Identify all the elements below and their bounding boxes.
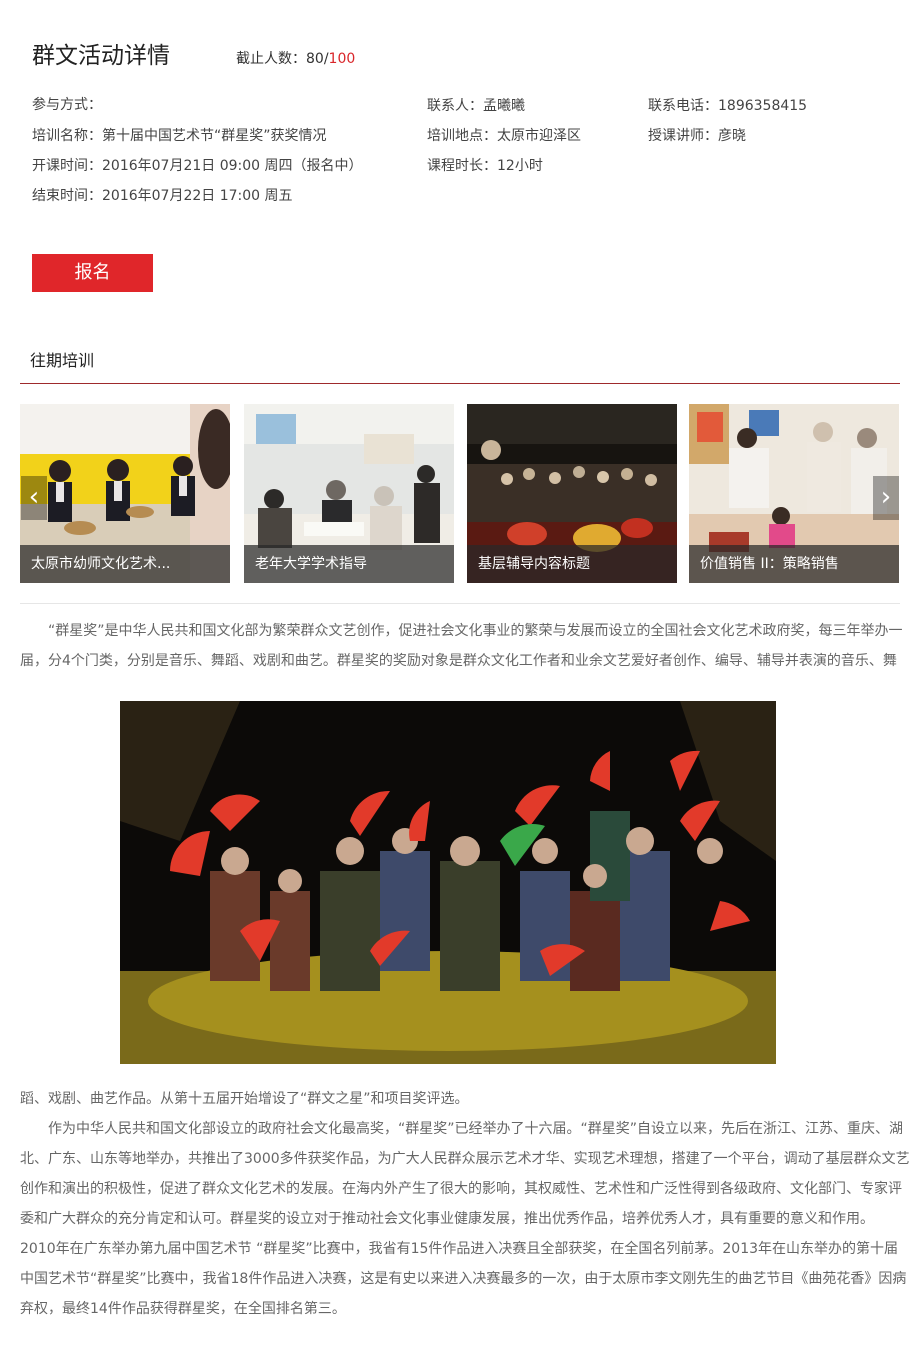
chevron-right-icon[interactable]: › (873, 476, 899, 520)
training-name: 培训名称：第十届中国艺术节“群星奖”获奖情况 (32, 128, 327, 144)
lecturer: 授课讲师：彦晓 (648, 128, 746, 144)
course-duration: 课程时长：12小时 (427, 158, 543, 174)
article-line: 蹈、戏剧、曲艺作品。从第十五届开始增设了“群文之星”和项目奖评选。 (20, 1091, 469, 1107)
signup-button[interactable]: 报名 (32, 254, 153, 292)
enrollment-quota: 截止人数：80/100 (236, 48, 355, 68)
article-body: 蹈、戏剧、曲艺作品。从第十五届开始增设了“群文之星”和项目奖评选。 作为中华人民… (20, 1084, 910, 1324)
section-divider (20, 383, 900, 384)
section-title-past-trainings: 往期培训 (30, 351, 95, 370)
chevron-left-icon[interactable]: ‹ (21, 476, 47, 520)
start-time: 开课时间：2016年07月21日 09:00 周四（报名中） (32, 158, 363, 174)
article-line: 届，分4个门类，分别是音乐、舞蹈、戏剧和曲艺。群星奖的奖励对象是群众文化工作者和… (20, 653, 897, 669)
past-training-caption: 基层辅导内容标题 (467, 545, 677, 583)
past-training-caption: 价值销售 II：策略销售 (689, 545, 899, 583)
article-line: “群星奖”是中华人民共和国文化部为繁荣群众文艺创作，促进社会文化事业的繁荣与发展… (48, 623, 903, 639)
past-training-card[interactable]: 太原市幼师文化艺术... (20, 404, 230, 583)
end-time: 结束时间：2016年07月22日 17:00 周五 (32, 188, 293, 204)
participation-method: 参与方式： (32, 97, 102, 113)
quota-label: 截止人数：80/ (236, 51, 329, 67)
past-training-caption: 太原市幼师文化艺术... (20, 545, 230, 583)
article-paragraph: 2010年在广东举办第九届中国艺术节 “群星奖”比赛中，我省有15件作品进入决赛… (20, 1241, 907, 1317)
contact-person: 联系人：孟曦曦 (427, 98, 525, 114)
article-intro: “群星奖”是中华人民共和国文化部为繁荣群众文艺创作，促进社会文化事业的繁荣与发展… (20, 616, 910, 676)
fan-dance-stage-photo (120, 701, 776, 1064)
quota-max: 100 (328, 51, 356, 67)
past-training-card[interactable]: 老年大学学术指导 (244, 404, 454, 583)
content-divider (20, 603, 900, 604)
past-training-card[interactable]: 基层辅导内容标题 (467, 404, 677, 583)
contact-phone: 联系电话：1896358415 (648, 98, 808, 114)
past-training-card[interactable]: 价值销售 II：策略销售 (689, 404, 899, 583)
article-paragraph: 作为中华人民共和国文化部设立的政府社会文化最高奖，“群星奖”已经举办了十六届。“… (20, 1121, 910, 1227)
past-training-caption: 老年大学学术指导 (244, 545, 454, 583)
training-location: 培训地点：太原市迎泽区 (427, 128, 581, 144)
page-title: 群文活动详情 (32, 43, 170, 69)
